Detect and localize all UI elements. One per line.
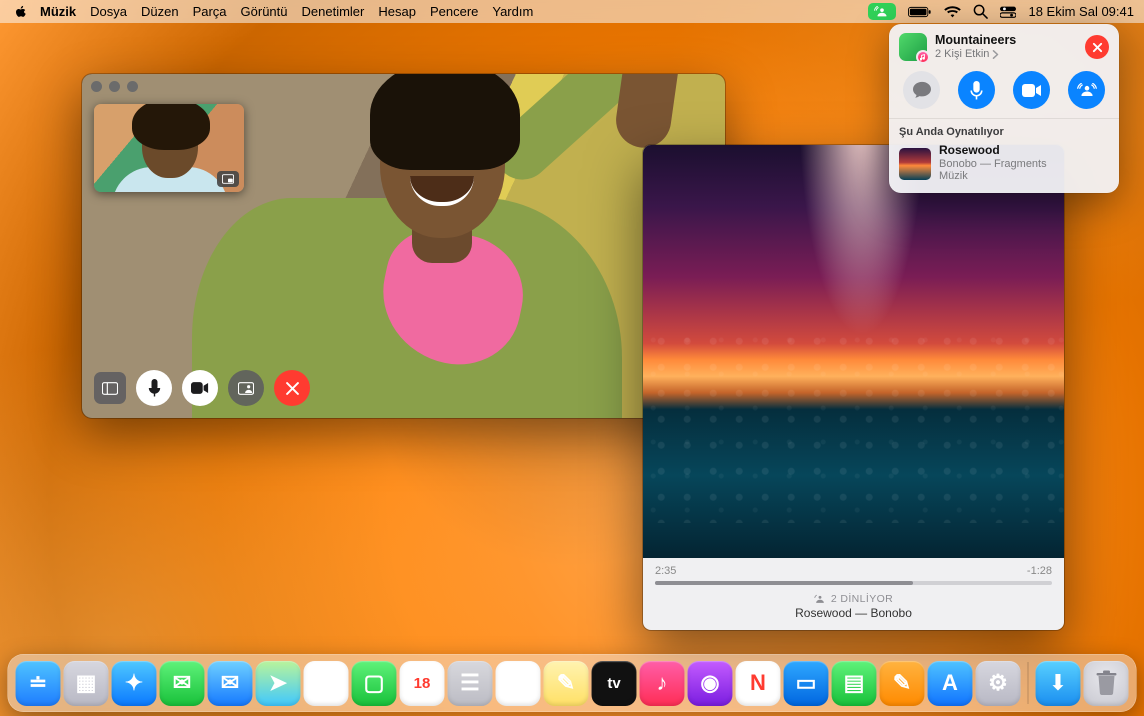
leave-shareplay-button[interactable] [1085,35,1109,59]
dock-mail[interactable]: ✉ [208,661,253,706]
dock-trash[interactable] [1084,661,1129,706]
menu-help[interactable]: Yardım [492,4,533,19]
app-name[interactable]: Müzik [40,4,76,19]
facetime-video-button[interactable] [182,370,218,406]
menu-view[interactable]: Görüntü [241,4,288,19]
group-avatar [899,33,927,61]
menubar: Müzik Dosya Düzen Parça Görüntü Denetiml… [0,0,1144,23]
menubar-tray: 18 Ekim Sal 09:41 [868,3,1134,20]
menu-controls[interactable]: Denetimler [302,4,365,19]
dock: ≐▦✦✉✉➤✿▢18☰☰✎tv♪◉N▭▤✎A⚙⬇ [8,654,1137,712]
now-playing-row[interactable]: Rosewood Bonobo — Fragments Müzik [899,144,1109,183]
now-playing-subtitle: Bonobo — Fragments [939,158,1047,171]
dock-reminders[interactable]: ☰ [496,661,541,706]
dock-separator [1028,662,1029,704]
menu-account[interactable]: Hesap [378,4,416,19]
shareplay-icon [814,594,826,604]
window-traffic-lights[interactable] [91,81,138,92]
apple-menu[interactable] [14,5,28,19]
shareplay-indicator[interactable] [868,3,896,20]
shareplay-button[interactable] [1068,71,1105,109]
dock-finder[interactable]: ≐ [16,661,61,706]
dock-contacts[interactable]: ☰ [448,661,493,706]
menu-track[interactable]: Parça [193,4,227,19]
scrubber[interactable] [655,581,1052,585]
facetime-controls [94,370,310,406]
dock-tv[interactable]: tv [592,661,637,706]
menu-window[interactable]: Pencere [430,4,478,19]
group-subtitle[interactable]: 2 Kişi Etkin [935,48,1077,61]
album-artwork[interactable] [643,145,1064,558]
dock-messages[interactable]: ✉ [160,661,205,706]
dock-pages[interactable]: ✎ [880,661,925,706]
dock-launchpad[interactable]: ▦ [64,661,109,706]
dock-podcasts[interactable]: ◉ [688,661,733,706]
playback-times: 2:35 -1:28 [655,565,1052,577]
track-title-line: Rosewood — Bonobo [655,606,1052,620]
dock-numbers[interactable]: ▤ [832,661,877,706]
dock-notes[interactable]: ✎ [544,661,589,706]
now-playing-source: Müzik [939,170,1047,183]
dock-maps[interactable]: ➤ [256,661,301,706]
dock-calendar[interactable]: 18 [400,661,445,706]
battery-icon[interactable] [908,6,932,18]
listeners-label: 2 DİNLİYOR [831,593,893,605]
messages-button[interactable] [903,71,940,109]
video-button[interactable] [1013,71,1050,109]
control-center-icon[interactable] [1000,6,1016,18]
facetime-window [82,74,725,418]
menu-file[interactable]: Dosya [90,4,127,19]
dock-news[interactable]: N [736,661,781,706]
now-playing-title: Rosewood [939,144,1047,158]
menubar-datetime[interactable]: 18 Ekim Sal 09:41 [1028,4,1134,19]
dock-settings[interactable]: ⚙ [976,661,1021,706]
spotlight-icon[interactable] [973,4,988,19]
wifi-icon[interactable] [944,6,961,18]
facetime-self-view[interactable] [94,104,244,192]
mic-button[interactable] [958,71,995,109]
facetime-share-button[interactable] [228,370,264,406]
dock-appstore[interactable]: A [928,661,973,706]
now-playing-heading: Şu Anda Oynatılıyor [899,126,1109,138]
facetime-end-button[interactable] [274,370,310,406]
facetime-mute-button[interactable] [136,370,172,406]
menu-edit[interactable]: Düzen [141,4,179,19]
group-name[interactable]: Mountaineers [935,33,1077,47]
remaining-time: -1:28 [1027,565,1052,577]
shareplay-panel: Mountaineers 2 Kişi Etkin Şu Anda Oynatı… [889,24,1119,193]
facetime-sidebar-button[interactable] [94,372,126,404]
dock-facetime[interactable]: ▢ [352,661,397,706]
chevron-right-icon [992,50,999,59]
dock-safari[interactable]: ✦ [112,661,157,706]
pip-icon[interactable] [217,171,239,187]
music-badge-icon [916,50,930,64]
elapsed-time: 2:35 [655,565,676,577]
dock-downloads[interactable]: ⬇ [1036,661,1081,706]
dock-keynote[interactable]: ▭ [784,661,829,706]
music-miniplayer: 2:35 -1:28 2 DİNLİYOR Rosewood — Bonobo [643,145,1064,630]
now-playing-artwork [899,148,931,180]
dock-photos[interactable]: ✿ [304,661,349,706]
dock-music[interactable]: ♪ [640,661,685,706]
shareplay-actions [899,69,1109,118]
listeners-indicator: 2 DİNLİYOR [655,593,1052,605]
